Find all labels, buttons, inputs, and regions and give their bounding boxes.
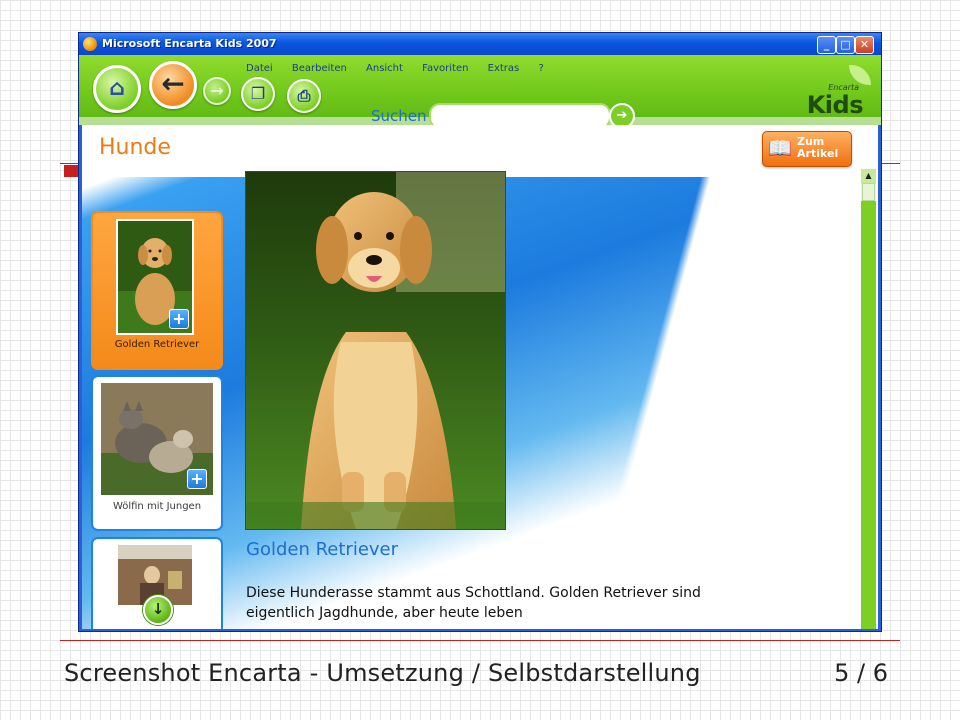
menu-item-ansicht[interactable]: Ansicht	[366, 63, 403, 74]
page-title: Hunde	[99, 135, 171, 160]
search-label: Suchen	[371, 107, 427, 125]
brand-big-text: Kids	[806, 91, 864, 119]
back-arrow-icon: ←	[161, 67, 185, 100]
caption-text: Diese Hunderasse stammt aus Schottland. …	[246, 585, 701, 621]
app-logo-icon	[83, 37, 97, 51]
zum-artikel-button[interactable]: 📖 Zum Artikel	[762, 131, 852, 167]
encarta-window: Microsoft Encarta Kids 2007 _ □ ✕ ⌂ ← → …	[79, 33, 881, 631]
close-button[interactable]: ✕	[855, 36, 874, 54]
down-arrow-icon: ↓	[151, 600, 165, 618]
print-icon: ⎙	[297, 86, 311, 105]
maximize-button[interactable]: □	[836, 36, 855, 54]
home-icon: ⌂	[109, 76, 125, 101]
slide-bottom-rule	[60, 640, 900, 641]
slide-footer-title: Screenshot Encarta - Umsetzung / Selbstd…	[64, 659, 701, 687]
menu-item-extras[interactable]: Extras	[488, 63, 520, 74]
menu-item-favoriten[interactable]: Favoriten	[422, 63, 468, 74]
zum-artikel-label: Zum Artikel	[797, 135, 839, 160]
scrollbar-thumb[interactable]	[862, 183, 875, 201]
menu-item-datei[interactable]: Datei	[246, 63, 273, 74]
enlarge-plus-icon[interactable]: +	[169, 309, 189, 329]
book-icon: 📖	[767, 136, 793, 160]
toolbar: ⌂ ← → ❐ ⎙ Datei Bearbeiten Ansicht Favor…	[79, 55, 881, 129]
slide-bullet-square	[64, 165, 78, 177]
caption-title: Golden Retriever	[246, 539, 399, 560]
encarta-kids-logo: Encarta Kids	[797, 65, 875, 119]
vertical-scrollbar[interactable]: ▲	[861, 169, 876, 629]
back-button[interactable]: ←	[149, 61, 197, 109]
window-title: Microsoft Encarta Kids 2007	[102, 37, 277, 50]
title-bar[interactable]: Microsoft Encarta Kids 2007 _ □ ✕	[79, 33, 881, 55]
thumbnail-label: Wölfin mit Jungen	[112, 501, 202, 512]
home-button[interactable]: ⌂	[93, 65, 141, 113]
forward-button[interactable]: →	[203, 77, 231, 105]
copy-button[interactable]: ❐	[241, 77, 275, 111]
slide-page-number: 5 / 6	[834, 659, 888, 687]
scrollbar-track[interactable]	[861, 201, 876, 629]
content-area: Hunde 📖 Zum Artikel + Golden Retriever +…	[82, 125, 878, 629]
main-photo-golden-retriever	[245, 171, 506, 530]
thumbnail-wolf[interactable]: + Wölfin mit Jungen	[91, 375, 223, 531]
minimize-button[interactable]: _	[817, 36, 836, 54]
print-button[interactable]: ⎙	[287, 79, 321, 113]
forward-arrow-icon: →	[210, 81, 224, 100]
menu-item-help[interactable]: ?	[538, 63, 543, 74]
leaf-icon	[849, 65, 871, 85]
article-header: Hunde 📖 Zum Artikel	[82, 125, 878, 177]
enlarge-plus-icon[interactable]: +	[187, 469, 207, 489]
thumbnail-golden-retriever[interactable]: + Golden Retriever	[91, 211, 223, 370]
copy-icon: ❐	[250, 84, 266, 103]
menu-item-bearbeiten[interactable]: Bearbeiten	[292, 63, 347, 74]
menu-bar: Datei Bearbeiten Ansicht Favoriten Extra…	[246, 63, 560, 74]
thumbnail-scroll-down-button[interactable]: ↓	[143, 595, 173, 625]
thumbnail-label: Golden Retriever	[114, 339, 200, 350]
scroll-up-arrow-icon[interactable]: ▲	[861, 169, 876, 183]
